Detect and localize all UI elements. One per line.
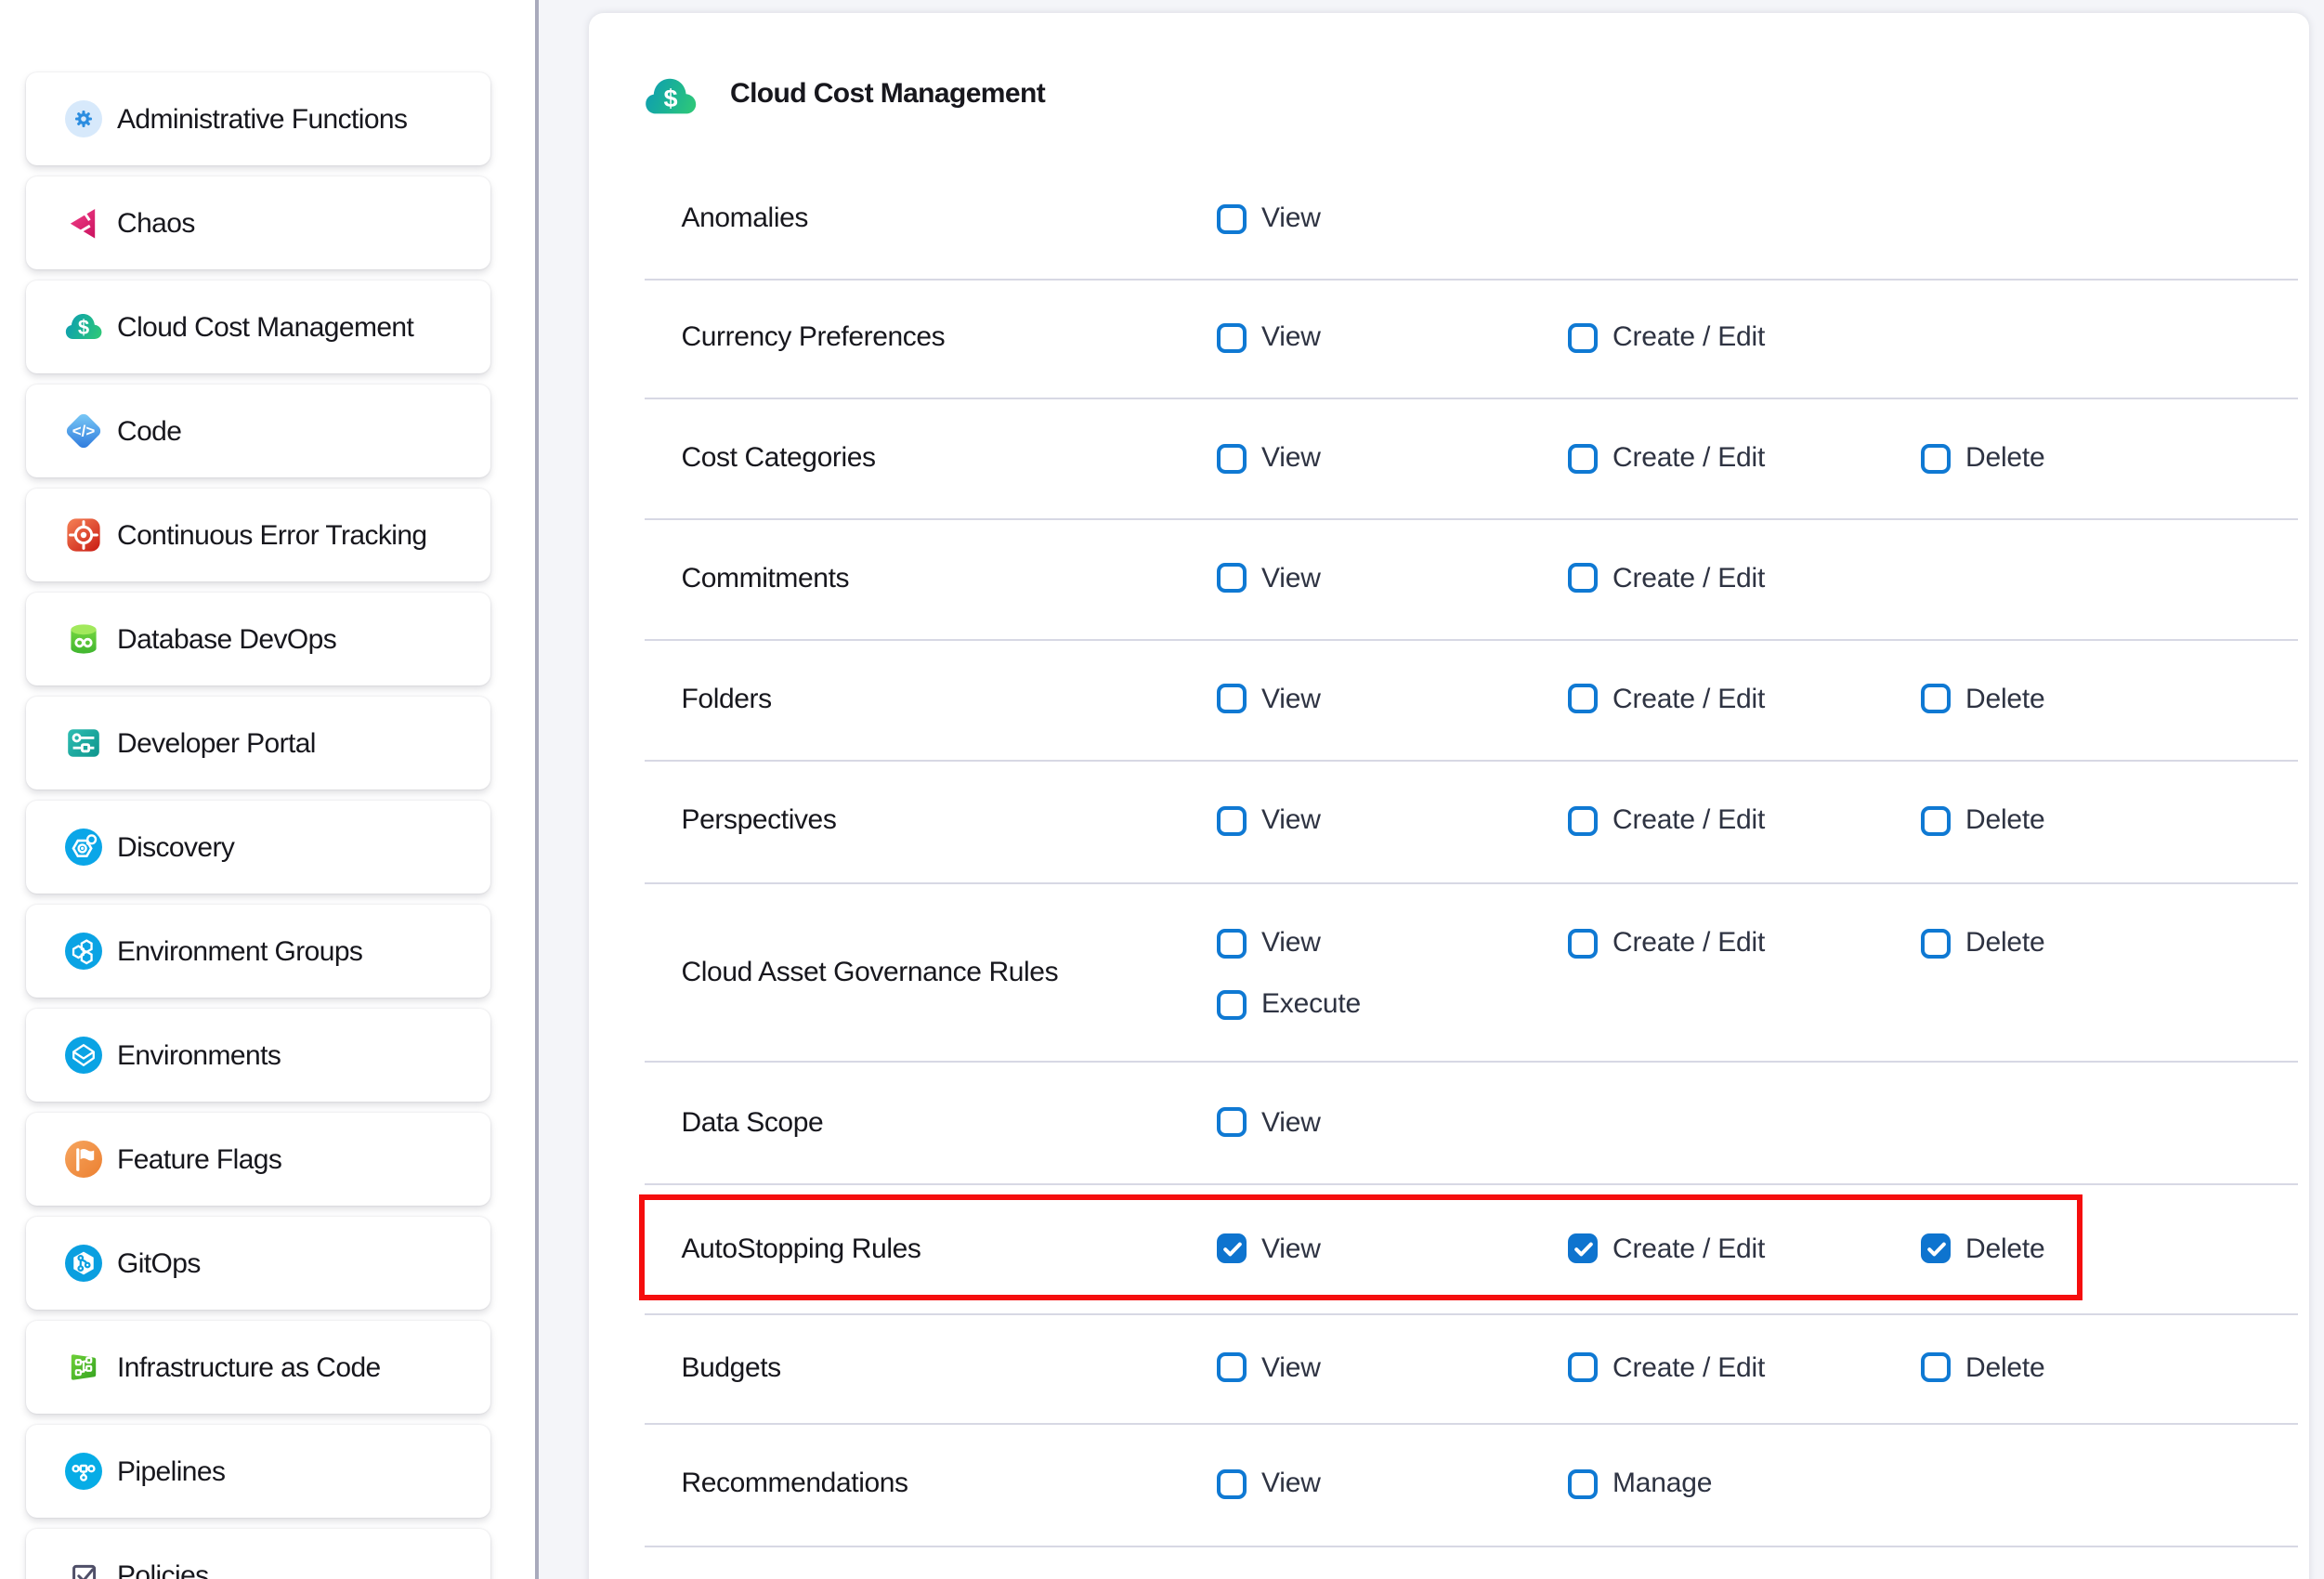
svg-text:</>: </> <box>72 423 95 440</box>
svg-text:$: $ <box>77 316 88 339</box>
svg-text:$: $ <box>664 85 678 112</box>
